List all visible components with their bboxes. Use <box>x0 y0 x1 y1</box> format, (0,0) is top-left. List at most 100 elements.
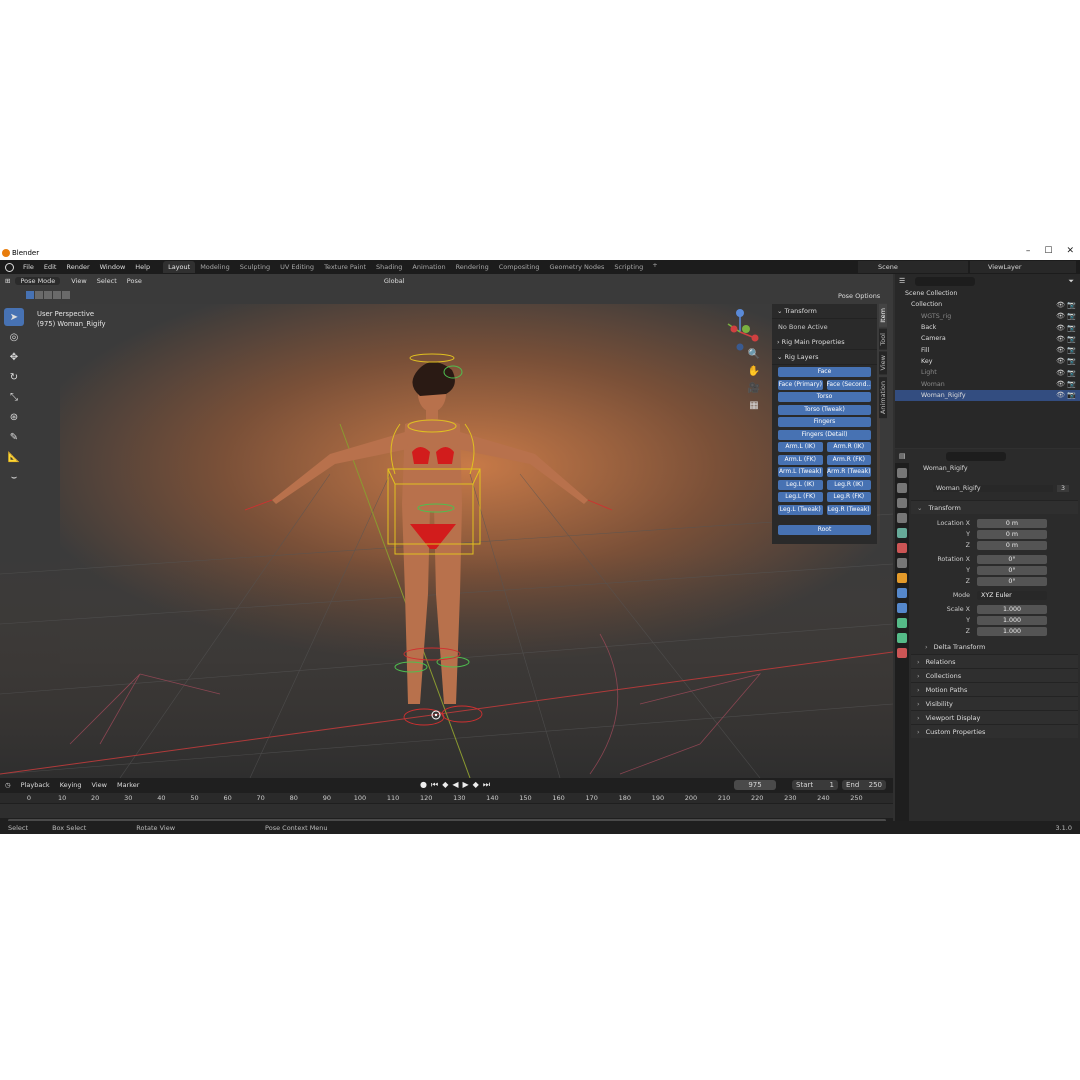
layer-leg-r-ik-button[interactable]: Leg.R (IK) <box>826 479 871 490</box>
layer-leg-l-ik-button[interactable]: Leg.L (IK) <box>778 479 823 490</box>
menu-edit[interactable]: Edit <box>39 263 62 271</box>
outliner-row[interactable]: Back 👁 📷 <box>895 322 1080 333</box>
select-mode-intersect-icon[interactable] <box>62 291 70 299</box>
tool-tab-icon[interactable] <box>897 468 907 478</box>
location-field[interactable]: 0 m <box>977 541 1047 550</box>
filter-icon[interactable]: ⏷ <box>1068 277 1074 286</box>
select-mode-invert-icon[interactable] <box>53 291 61 299</box>
frame-ruler[interactable]: 0 10 20 30 40 50 60 70 80 90 100 110 120 130 140 150 160… <box>0 793 893 803</box>
transform-section[interactable]: ⌄ Transform <box>911 500 1078 514</box>
armature-data-tab-icon[interactable] <box>897 618 907 628</box>
delta-transform-section[interactable]: › Delta Transform <box>911 640 1078 654</box>
layer-face-button[interactable]: Face <box>778 367 871 377</box>
rotation-field[interactable]: 0° <box>977 555 1047 564</box>
menu-select[interactable]: Select <box>92 277 122 285</box>
play-reverse-icon[interactable]: ◀ <box>452 780 458 790</box>
layer-leg-r-tweak-button[interactable]: Leg.R (Tweak) <box>826 504 871 515</box>
add-workspace-button[interactable]: + <box>648 261 661 273</box>
output-tab-icon[interactable] <box>897 498 907 508</box>
outliner-row[interactable]: Collection 👁 📷 <box>895 299 1080 310</box>
tab-animation[interactable]: Animation <box>407 261 450 273</box>
layer-arm-l-fk-button[interactable]: Arm.L (FK) <box>778 454 823 465</box>
layer-fingers-detail-button[interactable]: Fingers (Detail) <box>778 429 871 440</box>
layer-leg-r-fk-button[interactable]: Leg.R (FK) <box>826 492 871 502</box>
3d-viewport[interactable]: ⊞ Pose Mode View Select Pose Global Pose… <box>0 274 893 778</box>
outliner-editor-icon[interactable]: ☰ <box>899 277 905 285</box>
menu-render[interactable]: Render <box>61 263 94 271</box>
menu-file[interactable]: File <box>18 263 39 271</box>
properties-section[interactable]: › Relations <box>911 654 1078 668</box>
mode-dropdown[interactable]: Pose Mode <box>15 277 61 285</box>
visibility-icons[interactable]: 👁 📷 <box>1056 380 1076 388</box>
minimize-button[interactable]: – <box>1026 246 1031 256</box>
menu-timeline-view[interactable]: View <box>87 781 112 789</box>
layer-face-primary-button[interactable]: Face (Primary) <box>778 379 823 390</box>
visibility-icons[interactable]: 👁 📷 <box>1056 301 1076 309</box>
properties-section[interactable]: › Custom Properties <box>911 724 1078 738</box>
location-field[interactable]: 0 m <box>977 530 1047 539</box>
play-icon[interactable]: ▶ <box>463 780 469 790</box>
menu-keying[interactable]: Keying <box>55 781 87 789</box>
layer-face-secondary-button[interactable]: Face (Second... <box>826 379 871 390</box>
rig-layers-header[interactable]: ⌄ Rig Layers <box>772 350 877 365</box>
editor-type-icon[interactable]: ⊞ <box>0 277 15 285</box>
ortho-grid-icon[interactable]: ▦ <box>747 400 761 414</box>
select-mode-set-icon[interactable] <box>26 291 34 299</box>
transform-tool-icon[interactable]: ⊛ <box>4 408 24 426</box>
end-frame-field[interactable]: End 250 <box>842 780 886 790</box>
visibility-icons[interactable]: 👁 📷 <box>1056 357 1076 365</box>
outliner-row[interactable]: Fill 👁 📷 <box>895 344 1080 355</box>
menu-window[interactable]: Window <box>95 263 131 271</box>
scale-field[interactable]: 1.000 <box>977 627 1047 636</box>
blender-menu-icon[interactable] <box>5 262 14 272</box>
transform-panel-header[interactable]: ⌄ Transform <box>772 304 877 319</box>
tab-compositing[interactable]: Compositing <box>494 261 545 273</box>
rotation-field[interactable]: 0° <box>977 577 1047 586</box>
outliner-row[interactable]: Woman 👁 📷 <box>895 378 1080 389</box>
jump-start-icon[interactable]: ⏮ <box>431 780 438 790</box>
tab-uv-editing[interactable]: UV Editing <box>275 261 319 273</box>
tab-scripting[interactable]: Scripting <box>609 261 648 273</box>
transform-orientation-dropdown[interactable]: Global <box>379 277 410 285</box>
select-mode-subtract-icon[interactable] <box>44 291 52 299</box>
layer-arm-l-ik-button[interactable]: Arm.L (IK) <box>778 442 823 452</box>
properties-search-input[interactable] <box>945 451 1006 461</box>
rotation-field[interactable]: 0° <box>977 566 1047 575</box>
visibility-icons[interactable]: 👁 📷 <box>1056 312 1076 320</box>
visibility-icons[interactable]: 👁 📷 <box>1056 391 1076 399</box>
scale-field[interactable]: 1.000 <box>977 605 1047 614</box>
layer-fingers-button[interactable]: Fingers <box>778 417 871 427</box>
annotate-tool-icon[interactable]: ✎ <box>4 428 24 446</box>
record-icon[interactable]: ● <box>420 780 427 790</box>
next-keyframe-icon[interactable]: ◆ <box>473 780 479 790</box>
current-frame-field[interactable]: 975 <box>734 780 776 790</box>
world-tab-icon[interactable] <box>897 543 907 553</box>
users-count[interactable]: 3 <box>1057 485 1070 492</box>
properties-editor-icon[interactable]: ▤ <box>899 452 906 460</box>
maximize-button[interactable]: ☐ <box>1044 246 1052 256</box>
outliner-search-input[interactable] <box>915 276 976 286</box>
measure-tool-icon[interactable]: 📐 <box>4 448 24 466</box>
texture-tab-icon[interactable] <box>897 648 907 658</box>
layer-arm-r-tweak-button[interactable]: Arm.R (Tweak) <box>826 467 871 477</box>
visibility-icons[interactable]: 👁 📷 <box>1056 369 1076 377</box>
outliner-row[interactable]: Light 👁 📷 <box>895 367 1080 378</box>
scene-collection-row[interactable]: Scene Collection <box>895 288 1080 299</box>
select-mode-extend-icon[interactable] <box>35 291 43 299</box>
visibility-icons[interactable]: 👁 📷 <box>1056 335 1076 343</box>
start-frame-field[interactable]: Start 1 <box>792 780 838 790</box>
properties-section[interactable]: › Viewport Display <box>911 710 1078 724</box>
collection-tab-icon[interactable] <box>897 558 907 568</box>
layer-torso-button[interactable]: Torso <box>778 392 871 402</box>
tab-layout[interactable]: Layout <box>163 261 196 273</box>
scene-selector[interactable]: Scene <box>858 261 968 273</box>
select-tool-icon[interactable]: ➤ <box>4 308 24 326</box>
outliner-row[interactable]: WGTS_rig 👁 📷 <box>895 311 1080 322</box>
menu-marker[interactable]: Marker <box>112 781 144 789</box>
physics-tab-icon[interactable] <box>897 603 907 613</box>
properties-section[interactable]: › Visibility <box>911 696 1078 710</box>
view-layer-tab-icon[interactable] <box>897 513 907 523</box>
layer-leg-l-fk-button[interactable]: Leg.L (FK) <box>778 492 823 502</box>
tab-view[interactable]: View <box>879 351 887 375</box>
close-button[interactable]: ✕ <box>1066 246 1074 256</box>
